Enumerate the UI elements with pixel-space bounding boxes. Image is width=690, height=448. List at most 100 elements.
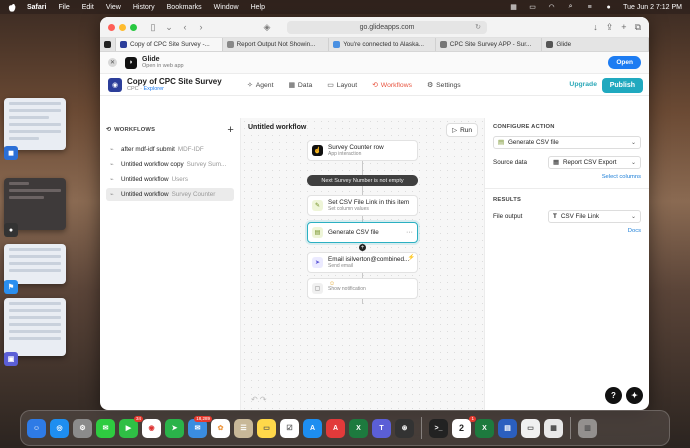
ai-sparkle-icon[interactable]: ✦: [626, 387, 643, 404]
help-icon[interactable]: ?: [605, 387, 622, 404]
chrome-icon[interactable]: ◉: [142, 418, 161, 438]
nav-settings[interactable]: ⚙ Settings: [427, 81, 461, 90]
tab-report-output[interactable]: Report Output Not Showin...: [223, 38, 330, 51]
safari-icon[interactable]: ◎: [50, 418, 69, 438]
photos-icon[interactable]: ✿: [211, 418, 230, 438]
workflow-title[interactable]: Untitled workflow: [248, 124, 306, 131]
address-bar[interactable]: go.glideapps.com ↻: [287, 20, 487, 34]
close-window-button[interactable]: [108, 23, 115, 31]
tab-favicon: [226, 41, 234, 48]
open-button[interactable]: Open: [608, 56, 641, 69]
action-node-generate-csv[interactable]: ▤ Generate CSV file ···: [307, 222, 418, 243]
file-output-select[interactable]: T CSV File Link ⌄: [548, 210, 641, 223]
action-node-set-column[interactable]: ✎ Set CSV File Link in this item Set colu…: [307, 195, 418, 216]
new-tab-icon[interactable]: +: [621, 22, 626, 32]
search-icon[interactable]: ⌕: [566, 3, 575, 11]
battery-icon[interactable]: ▭: [528, 3, 537, 11]
excel-icon[interactable]: X: [349, 418, 368, 438]
workflow-item[interactable]: ⌁ Untitled workflow Users: [106, 173, 234, 186]
pinned-tab[interactable]: [100, 38, 116, 51]
menu-help[interactable]: Help: [251, 4, 265, 11]
add-workflow-button[interactable]: +: [227, 124, 234, 136]
siri-icon[interactable]: ●: [604, 3, 613, 11]
workflow-item[interactable]: ⌁ after mdf-idf submit MDF-IDF: [106, 143, 234, 156]
action-node-show-notification[interactable]: ▢ Show notification ☺: [307, 278, 418, 299]
select-columns-link[interactable]: Select columns: [493, 174, 641, 180]
tab-overview-icon[interactable]: ⧉: [635, 22, 641, 33]
menubar-clock[interactable]: Tue Jun 2 7:12 PM: [623, 4, 682, 11]
maps-icon[interactable]: ➤: [165, 418, 184, 438]
upgrade-link[interactable]: Upgrade: [569, 81, 597, 88]
forward-icon[interactable]: ›: [195, 21, 207, 33]
condition-pill[interactable]: Next Survey Number is not empty: [307, 175, 418, 186]
app-icon[interactable]: ◉: [108, 77, 122, 92]
nav-layout[interactable]: ▭ Layout: [327, 81, 357, 90]
menu-bookmarks[interactable]: Bookmarks: [167, 4, 202, 11]
docs-link[interactable]: Docs: [493, 228, 641, 234]
mail-icon[interactable]: ✉ 18,289: [188, 415, 212, 438]
close-banner-icon[interactable]: ✕: [108, 58, 117, 67]
trigger-node[interactable]: ☝ Survey Counter row App interaction: [307, 140, 418, 161]
system-settings-icon[interactable]: ⚙: [73, 418, 92, 438]
tab-glide[interactable]: Glide: [542, 38, 649, 51]
share-icon[interactable]: ⇪: [606, 22, 614, 33]
app-store-icon[interactable]: A: [303, 418, 322, 438]
stage-window-thumbnail[interactable]: [4, 98, 66, 150]
workflow-item[interactable]: ⌁ Untitled workflow copy Survey Sum...: [106, 158, 234, 171]
menu-edit[interactable]: Edit: [82, 4, 94, 11]
menu-history[interactable]: History: [133, 4, 155, 11]
menu-file[interactable]: File: [58, 4, 69, 11]
reminders-icon[interactable]: ☑: [280, 418, 299, 438]
teams-icon[interactable]: T: [372, 418, 391, 438]
nav-agent[interactable]: ✧ Agent: [247, 81, 273, 90]
tab-cpc-app[interactable]: CPC Site Survey APP - Sur...: [436, 38, 543, 51]
contacts-icon[interactable]: ☰: [234, 418, 253, 438]
nav-workflows[interactable]: ⟲ Workflows: [372, 81, 412, 90]
facetime-icon[interactable]: ▶ 34: [119, 415, 143, 438]
finder-window-icon[interactable]: ▤: [498, 418, 517, 438]
workflow-canvas[interactable]: Untitled workflow ▷ Run ☝ Survey Counter …: [241, 118, 484, 410]
nav-data[interactable]: ▦ Data: [288, 81, 312, 90]
undo-redo-controls[interactable]: ↶ ↷: [251, 395, 267, 404]
wifi-icon[interactable]: ◠: [547, 3, 556, 11]
action-node-send-email[interactable]: ➤ Email isilverton@combined... Send email…: [307, 252, 418, 273]
reload-icon[interactable]: ↻: [475, 23, 481, 31]
acrobat-icon[interactable]: A: [326, 418, 345, 438]
privacy-shield-icon[interactable]: ◈: [261, 21, 273, 33]
menu-view[interactable]: View: [106, 4, 121, 11]
grid-status-icon[interactable]: ▦: [509, 3, 518, 11]
excel-window-icon[interactable]: X: [475, 418, 494, 438]
preview-icon[interactable]: ▦: [544, 418, 563, 438]
messages-icon[interactable]: ✉: [96, 418, 115, 438]
zoom-window-button[interactable]: [130, 23, 137, 31]
document-icon[interactable]: ▭: [521, 418, 540, 438]
calendar-icon[interactable]: 21: [452, 415, 476, 438]
chatgpt-icon[interactable]: ⊛: [395, 418, 414, 438]
trash-icon[interactable]: ▥: [578, 418, 597, 438]
run-button[interactable]: ▷ Run: [446, 123, 478, 137]
app-name[interactable]: Copy of CPC Site Survey: [127, 77, 222, 86]
terminal-icon[interactable]: >_: [429, 418, 448, 438]
publish-button[interactable]: Publish: [601, 78, 643, 93]
notes-icon[interactable]: ▭: [257, 418, 276, 438]
stage-window-thumbnail[interactable]: [4, 298, 66, 356]
workflow-item-selected[interactable]: ⌁ Untitled workflow Survey Counter: [106, 188, 234, 201]
minimize-window-button[interactable]: [119, 23, 126, 31]
chevron-down-icon[interactable]: ⌄: [163, 21, 175, 33]
stage-window-thumbnail[interactable]: [4, 244, 66, 284]
source-data-select[interactable]: ▦ Report CSV Export ⌄: [548, 156, 641, 169]
more-options-icon[interactable]: ···: [406, 229, 413, 236]
sidebar-toggle-icon[interactable]: ▯: [147, 21, 159, 33]
finder-icon[interactable]: ☺: [27, 418, 46, 438]
apple-icon[interactable]: [8, 3, 17, 12]
download-icon[interactable]: ↓: [593, 22, 598, 32]
menu-safari[interactable]: Safari: [27, 4, 46, 11]
back-icon[interactable]: ‹: [179, 21, 191, 33]
tab-alaska[interactable]: You're connected to Alaska...: [329, 38, 436, 51]
menu-window[interactable]: Window: [214, 4, 239, 11]
tab-copy-of-cpc[interactable]: Copy of CPC Site Survey -...: [116, 38, 223, 51]
configure-panel: CONFIGURE ACTION ▤ Generate CSV file ⌄ S…: [484, 118, 649, 410]
add-step-icon[interactable]: +: [359, 244, 366, 251]
action-select[interactable]: ▤ Generate CSV file ⌄: [493, 136, 641, 149]
control-center-icon[interactable]: ≡: [585, 3, 594, 11]
